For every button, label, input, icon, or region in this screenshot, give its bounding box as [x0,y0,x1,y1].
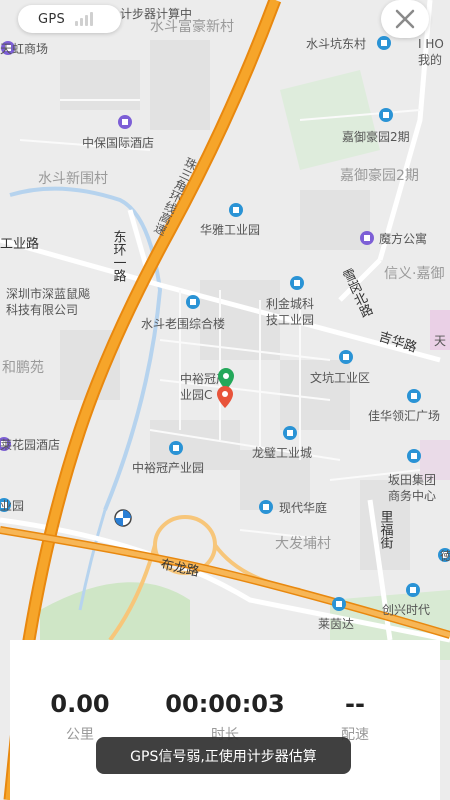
poi-label: 华雅工业园 [200,222,260,237]
poi-building[interactable]: 业园 [0,498,24,513]
poi-label: 我的 [418,52,442,67]
building-icon-glyph [233,207,239,213]
poi-label: 佳华领汇广场 [368,409,440,423]
distance-value: 0.00 [50,690,110,718]
road-label: 东环一路 [111,230,127,282]
poi-label: 文坑工业区 [310,370,370,385]
poi-label: 创兴时代 [382,603,430,617]
map-label: 计步器计算中 [120,6,192,21]
poi-building[interactable]: 现代华庭 [259,500,327,515]
map-label: 嘉御豪园2期 [340,168,419,184]
map-label: 信义·嘉御 [384,266,444,282]
building-icon-glyph [410,587,416,593]
poi-label: 水斗坑东村 [306,36,366,51]
poi-label: 业园C [180,388,212,402]
building-icon-glyph [173,445,179,451]
road-label: 里福街 [378,510,394,549]
poi-label: 天虹商场 [0,41,48,56]
poi-label: 坂田集团 [388,472,436,487]
poi-label: 商务中心 [388,488,436,503]
map-label: 和鹏苑 [2,360,44,376]
poi-label: 水斗老围综合楼 [141,316,225,331]
map-label: 天 [434,334,446,348]
map-label: 大发埔村 [275,536,331,552]
poi-label: 技工业园 [266,313,314,327]
map-label: 水斗新围村 [38,171,108,187]
poi-label: 中保国际酒店 [82,135,154,150]
close-button[interactable] [381,0,429,38]
poi-shopping[interactable]: 天虹商场 [0,41,48,56]
poi-label: 莱茵达 [318,617,354,631]
building-icon-glyph [287,430,293,436]
hotel-icon-glyph [364,235,370,241]
building-icon-glyph [336,601,342,607]
duration-value: 00:00:03 [165,690,285,718]
pace-value: -- [345,690,365,718]
poi-label: 莱花园酒店 [0,437,60,452]
poi-label: 徳 [440,548,450,563]
gps-label: GPS [38,11,66,27]
road-label: 工业路 [0,236,39,252]
poi-label: 中裕冠产业园 [132,460,204,475]
building-icon-glyph [383,112,389,118]
workout-stats-panel: 0.00 公里 00:00:03 时长 -- 配速 [10,640,440,800]
building-icon-glyph [381,40,387,46]
building-icon-glyph [294,280,300,286]
hotel-icon-glyph [122,119,128,125]
poi-label: 科技有限公司 [6,303,78,317]
building-icon-glyph [411,453,417,459]
poi-building[interactable]: 徳 [438,548,450,563]
poi-label: 魔方公寓 [379,231,427,246]
building-icon-glyph [190,299,196,305]
building-icon-glyph [343,354,349,360]
poi-label: 现代华庭 [279,500,327,515]
poi-hotel[interactable]: 魔方公寓 [360,231,427,246]
gps-weak-toast: GPS信号弱,正使用计步器估算 [96,737,351,774]
poi-hotel[interactable]: 莱花园酒店 [0,437,60,452]
building-icon-glyph [263,504,269,510]
poi-label: 嘉御豪园2期 [342,129,410,144]
pace-stat: -- 配速 [285,690,425,744]
duration-stat: 00:00:03 时长 [155,690,295,744]
gps-signal-icon [75,12,94,26]
poi-label: I HO [418,37,444,51]
poi-label: 利金城科 [266,296,314,311]
close-icon [395,9,415,29]
distance-stat: 0.00 公里 [10,690,150,744]
gps-status: GPS [18,5,121,33]
building-icon-glyph [411,393,417,399]
poi-label: 业园 [0,499,24,513]
poi-label: 龙璧工业城 [252,445,312,460]
poi-label: 深圳市深蓝鼠飚 [6,286,90,301]
